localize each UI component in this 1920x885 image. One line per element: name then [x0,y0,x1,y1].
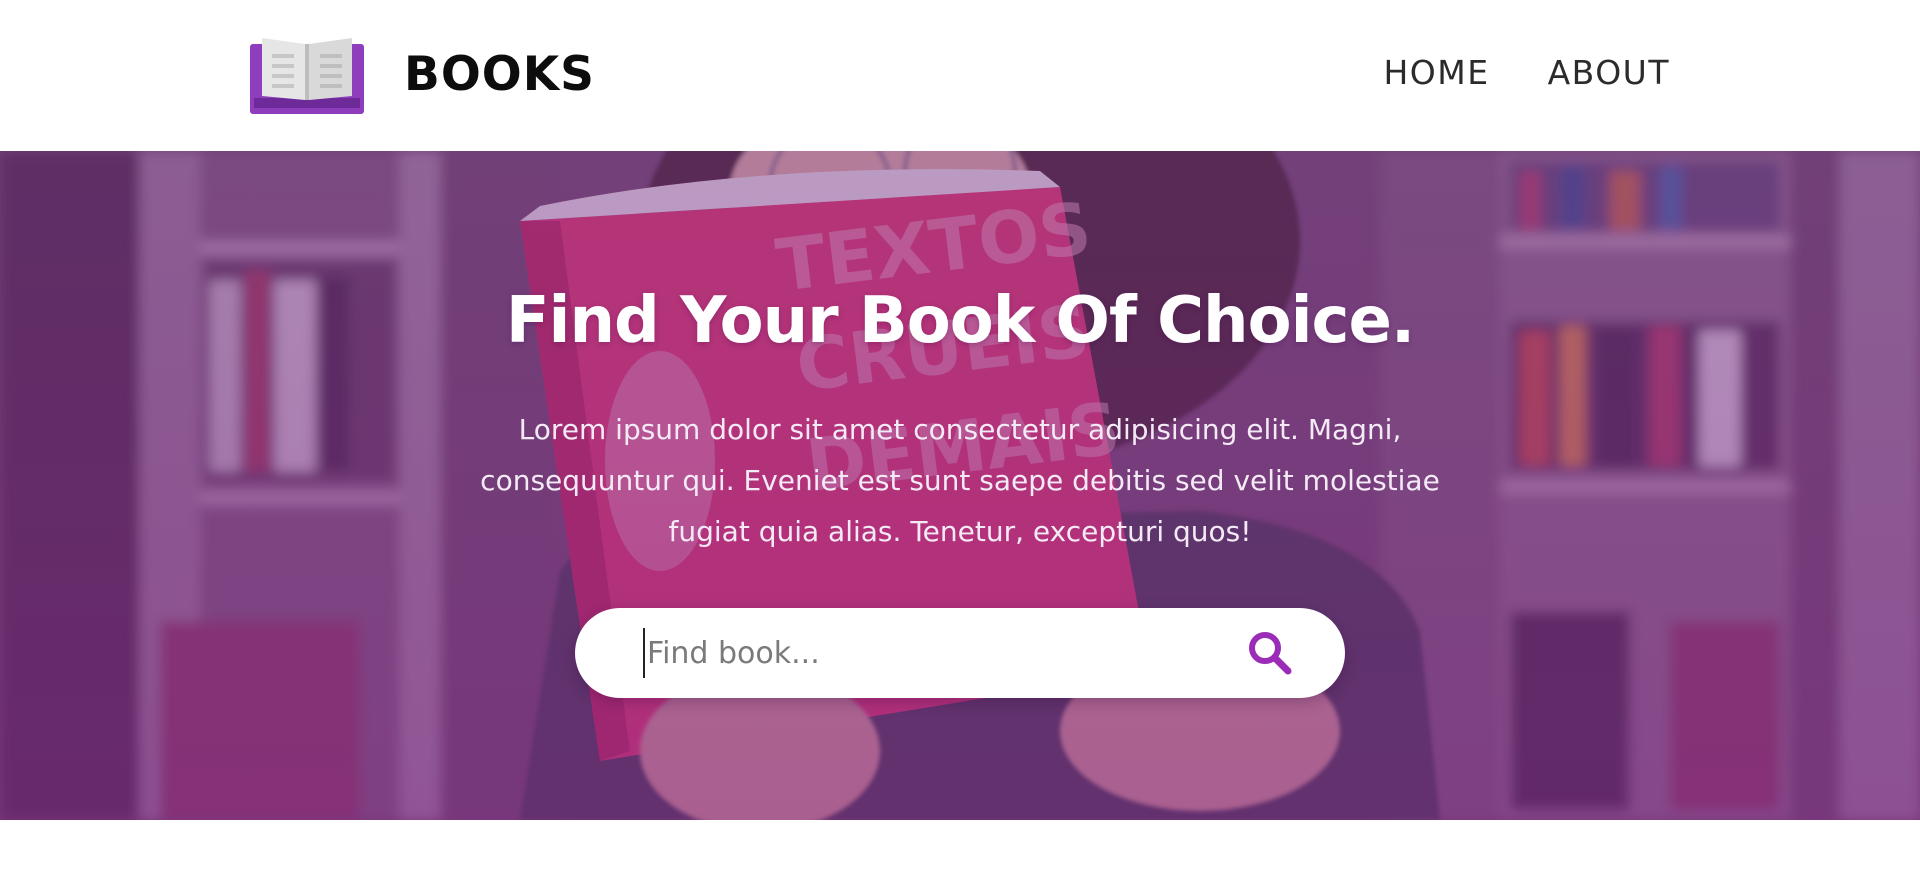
nav-link-about[interactable]: ABOUT [1548,50,1670,96]
nav-links: HOME ABOUT [1383,50,1670,96]
search-icon [1249,632,1292,675]
navbar: BOOKS HOME ABOUT [0,0,1920,151]
page-bottom-area [0,820,1920,885]
search-box [575,608,1345,698]
hero-section: TEXTOS CRUEIS DEMAIS Find Your Book Of C… [0,151,1920,820]
search-input[interactable] [643,628,1183,678]
hero-content: Find Your Book Of Choice. Lorem ipsum do… [0,151,1920,820]
open-book-icon [250,38,364,114]
hero-title: Find Your Book Of Choice. [505,284,1415,358]
brand-link[interactable]: BOOKS [250,34,595,114]
nav-link-home[interactable]: HOME [1383,50,1489,96]
hero-description: Lorem ipsum dolor sit amet consectetur a… [480,413,1440,548]
brand-name: BOOKS [404,46,596,102]
search-button[interactable] [1247,628,1297,678]
